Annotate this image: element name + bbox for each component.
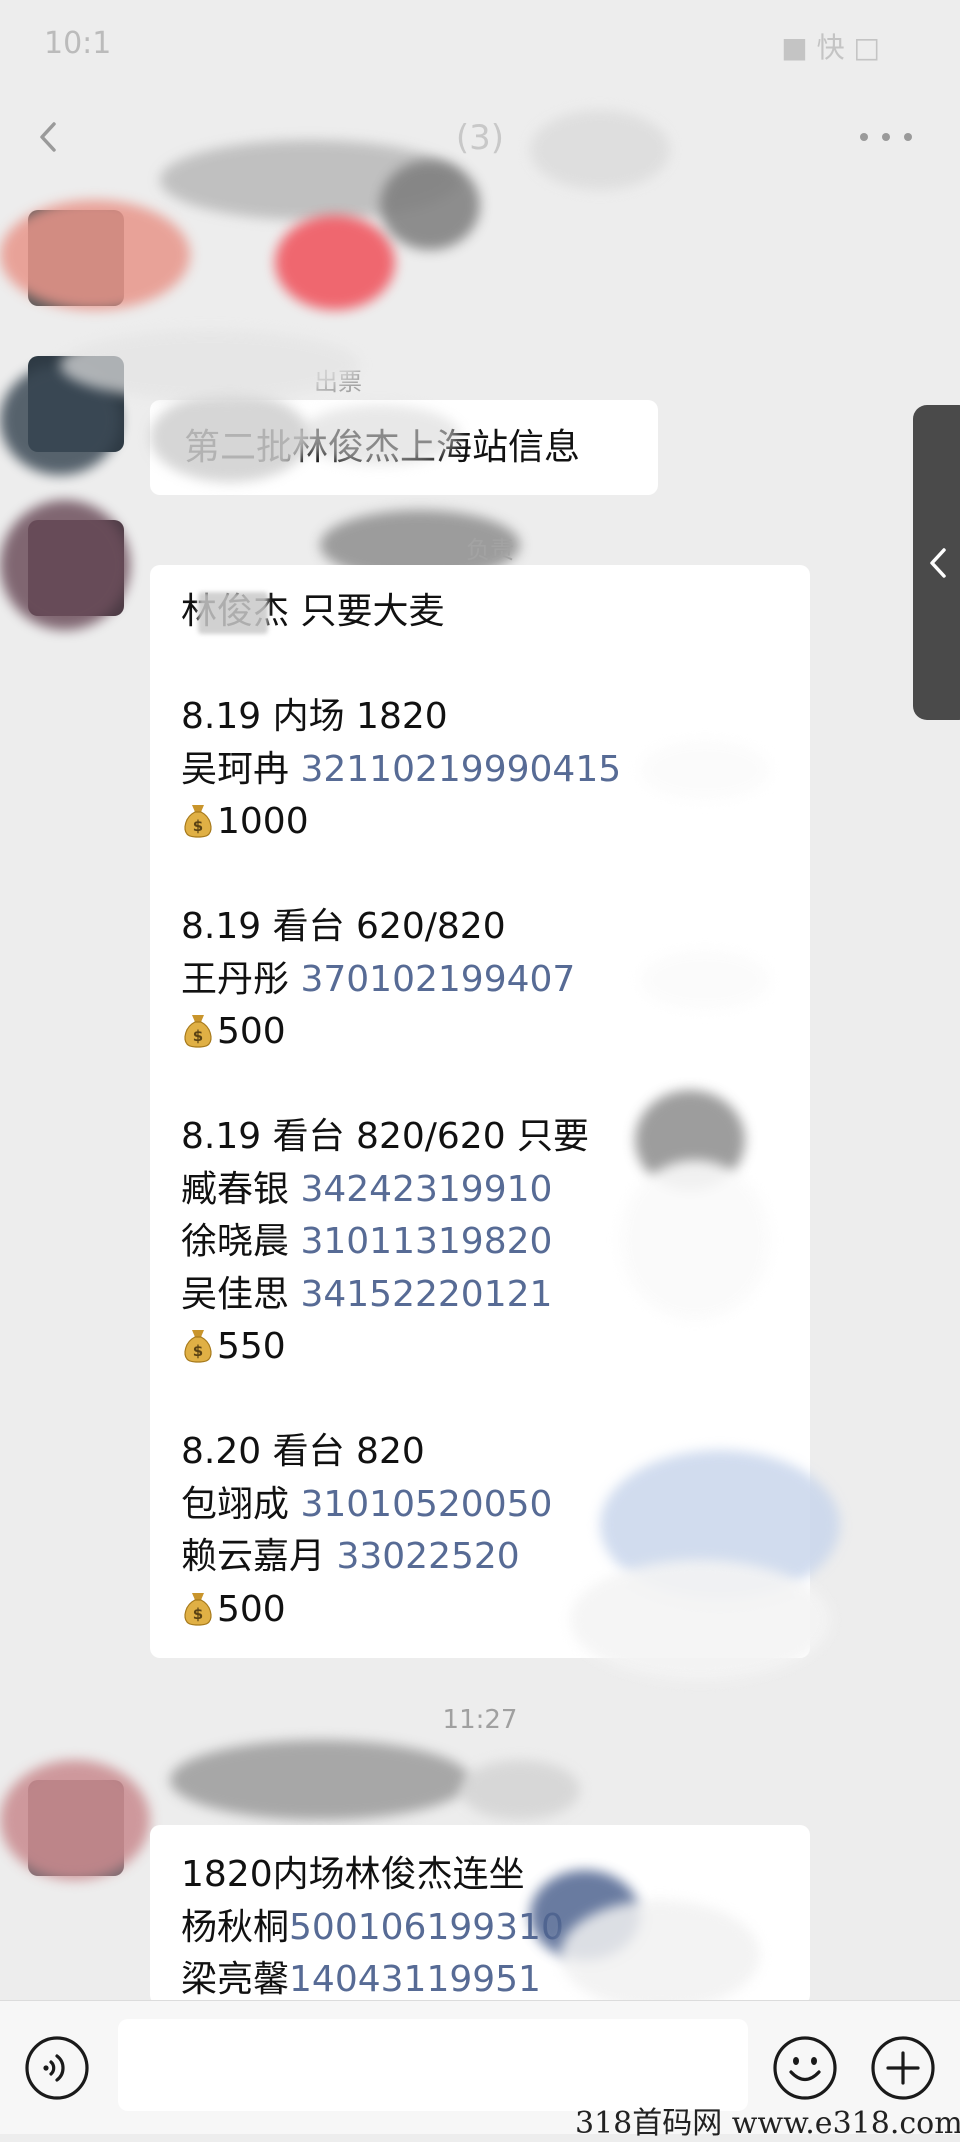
person-line: 梁亮馨14043119951: [181, 1954, 810, 2007]
person-line: 王丹彤 370102199407: [181, 954, 810, 1007]
person-line: 臧春银 34242319910: [181, 1164, 810, 1217]
emoji-icon[interactable]: [772, 2035, 838, 2101]
person-line: 包翊成 31010520050: [181, 1479, 810, 1532]
person-name: 臧春银: [181, 1168, 290, 1210]
message-text: 第二批林俊杰上海站信息: [184, 427, 581, 468]
person-name: 吴珂冉: [181, 748, 290, 790]
amount-value: 1000: [217, 801, 309, 842]
amount-value: 500: [217, 1011, 286, 1052]
message-line: 1820内场林俊杰连坐: [181, 1854, 525, 1895]
chat-header: (3): [0, 90, 960, 180]
svg-text:$: $: [193, 1342, 203, 1360]
person-name: 包翊成: [181, 1483, 290, 1525]
chat-title: (3): [455, 118, 505, 158]
amount-value: 500: [217, 1588, 286, 1630]
person-name: 杨秋桐: [181, 1906, 290, 1948]
timestamp: 11:27: [442, 1705, 518, 1735]
person-name: 赖云嘉月: [181, 1536, 326, 1577]
status-bar: 10:1 ■ 快 □: [0, 0, 960, 90]
avatar[interactable]: [28, 520, 124, 616]
amount-line: $500: [181, 1584, 810, 1637]
person-name: 吴佳思: [181, 1273, 290, 1315]
person-line: 徐晓晨 31011319820: [181, 1216, 810, 1269]
message-bubble[interactable]: 1820内场林俊杰连坐 杨秋桐500106199310 梁亮馨14043119951: [150, 1825, 810, 2005]
id-number-link[interactable]: 31010520050: [300, 1484, 552, 1525]
message-bubble[interactable]: 第二批林俊杰上海站信息: [150, 400, 658, 495]
person-name: 梁亮馨: [181, 1959, 290, 2000]
svg-text:$: $: [193, 1605, 203, 1623]
id-number-link[interactable]: 31011319820: [300, 1221, 552, 1262]
money-bag-icon: $: [184, 1015, 212, 1048]
amount-line: $500: [181, 1006, 810, 1059]
person-name: 王丹彤: [181, 958, 290, 1000]
sender-name: 负责: [466, 536, 514, 564]
voice-icon[interactable]: [24, 2035, 90, 2101]
id-number-link[interactable]: 370102199407: [300, 959, 575, 1000]
watermark: 318首码网 www.e318.com: [575, 2106, 960, 2141]
amount-value: 550: [217, 1326, 286, 1367]
amount-line: $1000: [181, 796, 810, 849]
chevron-left-icon: [930, 548, 946, 578]
smear: [460, 1760, 580, 1820]
person-name: 徐晓晨: [181, 1221, 290, 1262]
person-line: 赖云嘉月 33022520: [181, 1531, 810, 1584]
money-bag-icon: $: [184, 1330, 212, 1363]
message-line: 8.19 看台 620/820: [181, 906, 506, 947]
id-number-link[interactable]: 14043119951: [289, 1959, 541, 2000]
more-icon[interactable]: [856, 128, 916, 146]
person-line: 吴珂冉 32110219990415: [181, 744, 810, 797]
amount-line: $550: [181, 1321, 810, 1374]
money-bag-icon: $: [184, 1592, 212, 1626]
message-bubble[interactable]: 林俊杰 只要大麦 8.19 内场 1820 吴珂冉 32110219990415 $1…: [150, 565, 810, 1658]
id-number-link[interactable]: 34242319910: [300, 1169, 552, 1210]
status-indicators: ■ 快 □: [781, 31, 880, 64]
person-line: 吴佳思 34152220121: [181, 1269, 810, 1322]
id-number-link[interactable]: 500106199310: [289, 1907, 564, 1948]
avatar[interactable]: [28, 210, 124, 306]
smear: [275, 215, 395, 310]
message-line: 8.19 看台 820/620 只要: [181, 1116, 590, 1157]
plus-icon[interactable]: [870, 2035, 936, 2101]
side-panel-handle[interactable]: [913, 405, 960, 720]
avatar[interactable]: [28, 356, 124, 452]
svg-text:$: $: [193, 817, 203, 835]
money-bag-icon: $: [184, 805, 212, 838]
id-number-link[interactable]: 32110219990415: [300, 749, 621, 790]
status-time: 10:1: [44, 26, 112, 61]
message-line: 8.19 内场 1820: [181, 696, 448, 737]
message-line: 林俊杰 只要大麦: [181, 591, 445, 632]
message-line: 8.20 看台 820: [181, 1431, 425, 1472]
avatar[interactable]: [28, 1780, 124, 1876]
smear: [170, 1740, 470, 1820]
person-line: 杨秋桐500106199310: [181, 1902, 810, 1955]
svg-text:$: $: [193, 1027, 203, 1045]
id-number-link[interactable]: 33022520: [336, 1536, 519, 1577]
id-number-link[interactable]: 34152220121: [300, 1274, 552, 1315]
sender-name: 出票: [314, 368, 362, 396]
